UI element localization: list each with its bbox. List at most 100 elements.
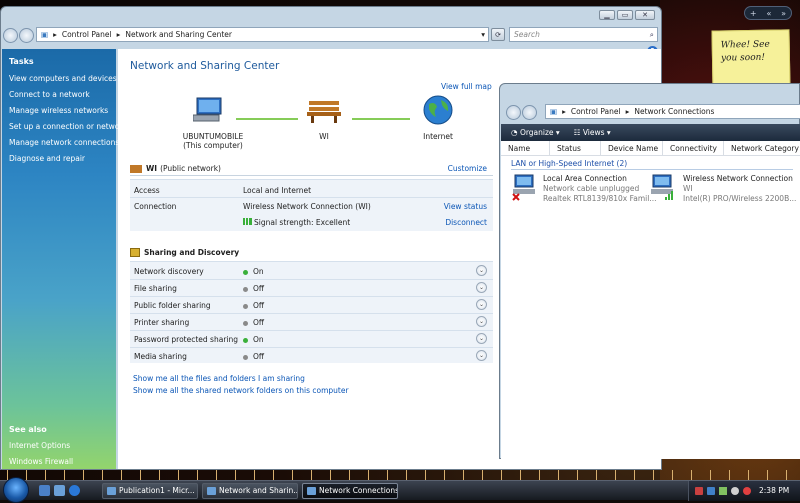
search-input[interactable]: Search ⌕ bbox=[509, 27, 658, 42]
expand-chevron-icon[interactable]: ⌄ bbox=[476, 333, 487, 344]
gadget-next-button[interactable]: » bbox=[781, 9, 786, 18]
taskbar-button-network-sharing[interactable]: Network and Sharin... bbox=[202, 483, 298, 499]
column-status[interactable]: Status bbox=[550, 140, 601, 156]
command-bar: ◔ Organize ▾ ☷ Views ▾ bbox=[501, 124, 800, 141]
sharing-row-divider bbox=[130, 313, 493, 314]
search-icon[interactable]: ⌕ bbox=[650, 30, 654, 40]
minimize-button[interactable]: ▁ bbox=[599, 10, 615, 20]
tray-power-icon[interactable] bbox=[743, 487, 751, 495]
show-shared-folders-link[interactable]: Show me all the shared network folders o… bbox=[133, 386, 349, 395]
network-details-panel: Access Local and Internet Connection Wir… bbox=[130, 179, 493, 231]
computer-name: UBUNTUMOBILE bbox=[182, 132, 244, 141]
group-header[interactable]: LAN or High-Speed Internet (2) bbox=[511, 159, 793, 170]
control-panel-icon-2: ▣ bbox=[550, 107, 558, 116]
sharing-row-state: Off bbox=[243, 284, 264, 293]
signal-row: Signal strength: Excellent bbox=[243, 218, 350, 227]
breadcrumb-separator-icon: ▸ bbox=[562, 107, 566, 116]
tasks-pane: Tasks View computers and devices Connect… bbox=[2, 49, 127, 469]
task-manage-wireless[interactable]: Manage wireless networks bbox=[9, 106, 116, 115]
breadcrumb-separator-icon: ▸ bbox=[625, 107, 630, 116]
task-manage-connections[interactable]: Manage network connections bbox=[9, 138, 119, 147]
expand-chevron-icon[interactable]: ⌄ bbox=[476, 282, 487, 293]
column-device-name[interactable]: Device Name bbox=[601, 140, 663, 156]
sharing-row-label: Password protected sharing bbox=[134, 335, 239, 344]
close-button[interactable]: ✕ bbox=[635, 10, 655, 20]
sharing-title: Sharing and Discovery bbox=[144, 247, 240, 257]
back-button[interactable] bbox=[3, 27, 18, 43]
forward-button[interactable] bbox=[19, 27, 34, 43]
forward-button-2[interactable] bbox=[522, 104, 537, 120]
desktop-wallpaper-stars bbox=[0, 470, 800, 480]
breadcrumb-control-panel-2[interactable]: Control Panel bbox=[571, 107, 621, 116]
computer-sub: (This computer) bbox=[183, 141, 243, 150]
task-view-computers[interactable]: View computers and devices bbox=[9, 74, 117, 83]
column-connectivity[interactable]: Connectivity bbox=[663, 140, 724, 156]
internet-explorer-icon[interactable] bbox=[69, 485, 80, 496]
address-dropdown-icon[interactable]: ▾ bbox=[481, 30, 485, 39]
tray-network-icon[interactable] bbox=[719, 487, 727, 495]
status-dot-icon bbox=[243, 303, 248, 309]
view-status-link[interactable]: View status bbox=[444, 202, 487, 211]
disconnect-link[interactable]: Disconnect bbox=[445, 218, 487, 227]
sticky-note[interactable]: Whee! See you soon! bbox=[711, 29, 791, 91]
tray-volume-icon[interactable] bbox=[731, 487, 739, 495]
wireless-connection-name[interactable]: Wireless Network Connection bbox=[683, 174, 793, 183]
maximize-button[interactable]: ▭ bbox=[617, 10, 633, 20]
view-full-map-link[interactable]: View full map bbox=[441, 82, 492, 91]
address-bar[interactable]: ▣ ▸ Control Panel ▸ Network and Sharing … bbox=[36, 27, 489, 42]
breadcrumb-control-panel[interactable]: Control Panel bbox=[62, 30, 112, 39]
customize-link[interactable]: Customize bbox=[448, 164, 487, 173]
tray-icon-2[interactable] bbox=[707, 487, 715, 495]
start-button[interactable] bbox=[3, 477, 29, 503]
refresh-icon[interactable]: ⟳ bbox=[491, 28, 505, 41]
taskbar-button-publication[interactable]: Publication1 - Micr... bbox=[102, 483, 198, 499]
task-setup-connection[interactable]: Set up a connection or network bbox=[9, 122, 127, 131]
see-also-windows-firewall[interactable]: Windows Firewall bbox=[9, 457, 73, 466]
network-section-header: WI (Public network) Customize bbox=[130, 162, 493, 176]
connection-label: Connection bbox=[134, 202, 177, 211]
column-name[interactable]: Name bbox=[501, 140, 550, 156]
sidebar-gadget-controls[interactable]: + « » bbox=[744, 6, 792, 20]
views-menu[interactable]: ☷ Views ▾ bbox=[574, 128, 611, 137]
sharing-state-text: Off bbox=[253, 284, 265, 293]
organize-menu[interactable]: ◔ Organize ▾ bbox=[511, 128, 560, 137]
expand-chevron-icon[interactable]: ⌄ bbox=[476, 350, 487, 361]
sharing-panel: Network discovery On ⌄ File sharing Off ⌄ Publ… bbox=[130, 261, 493, 363]
connection-line-2 bbox=[352, 118, 410, 120]
wireless-connection-device: Intel(R) PRO/Wireless 2200B... bbox=[683, 194, 797, 203]
expand-chevron-icon[interactable]: ⌄ bbox=[476, 299, 487, 310]
signal-strength-icon bbox=[243, 218, 252, 225]
task-connect-network[interactable]: Connect to a network bbox=[9, 90, 116, 99]
search-placeholder: Search bbox=[514, 30, 540, 39]
sharing-row-state: Off bbox=[243, 301, 264, 310]
see-also-internet-options[interactable]: Internet Options bbox=[9, 441, 73, 450]
internet-globe-icon[interactable] bbox=[423, 95, 453, 125]
taskbar-button-network-connections[interactable]: Network Connections bbox=[302, 483, 398, 499]
show-shared-files-link[interactable]: Show me all the files and folders I am s… bbox=[133, 374, 305, 383]
computer-icon[interactable] bbox=[193, 97, 223, 123]
switch-windows-icon[interactable] bbox=[54, 485, 65, 496]
bench-icon[interactable] bbox=[307, 99, 341, 123]
status-dot-icon bbox=[243, 320, 248, 326]
breadcrumb-network-connections[interactable]: Network Connections bbox=[634, 107, 714, 116]
address-bar-2[interactable]: ▣ ▸ Control Panel ▸ Network Connections bbox=[545, 104, 800, 119]
breadcrumb-network-sharing[interactable]: Network and Sharing Center bbox=[125, 30, 232, 39]
local-area-connection-name[interactable]: Local Area Connection bbox=[543, 174, 627, 183]
show-desktop-icon[interactable] bbox=[39, 485, 50, 496]
expand-chevron-icon[interactable]: ⌄ bbox=[476, 265, 487, 276]
clock[interactable]: 2:38 PM bbox=[759, 486, 789, 495]
gadget-prev-button[interactable]: « bbox=[766, 9, 771, 18]
signal-strength-text: Signal strength: Excellent bbox=[254, 218, 351, 227]
tasks-header: Tasks bbox=[9, 57, 34, 66]
add-gadget-button[interactable]: + bbox=[750, 9, 757, 18]
column-network-category[interactable]: Network Category bbox=[724, 141, 800, 156]
task-diagnose-repair[interactable]: Diagnose and repair bbox=[9, 154, 116, 163]
sharing-state-text: Off bbox=[253, 301, 265, 310]
back-button-2[interactable] bbox=[506, 104, 521, 120]
wired-connection-icon[interactable] bbox=[511, 173, 537, 201]
sharing-row-state: Off bbox=[243, 318, 264, 327]
wireless-connection-icon[interactable] bbox=[649, 173, 679, 201]
expand-chevron-icon[interactable]: ⌄ bbox=[476, 316, 487, 327]
tray-icon-1[interactable] bbox=[695, 487, 703, 495]
see-also-section: See also Internet Options Windows Firewa… bbox=[2, 417, 73, 473]
